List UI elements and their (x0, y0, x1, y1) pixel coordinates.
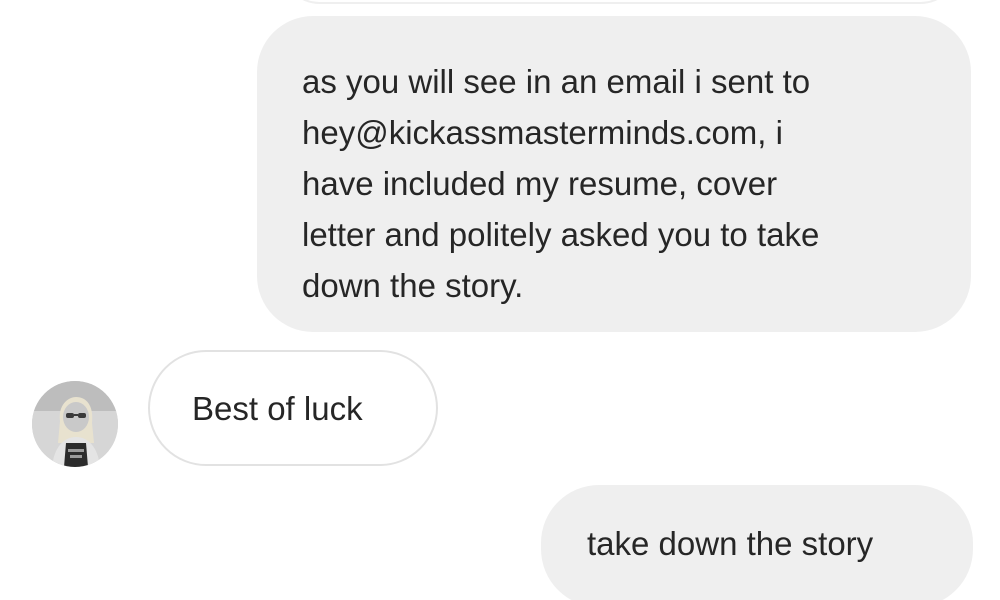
incoming-message-bubble[interactable]: Best of luck (148, 350, 438, 466)
message-line: have included my resume, cover (302, 165, 778, 202)
message-text: take down the story (587, 525, 874, 562)
message-line: letter and politely asked you to take (302, 216, 820, 253)
avatar[interactable] (32, 381, 118, 467)
chat-thread: as you will see in an email i sent to he… (0, 0, 1000, 600)
message-line: down the story. (302, 267, 524, 304)
outgoing-message-bubble[interactable]: take down the story (541, 485, 973, 600)
message-line: hey@kickassmasterminds.com, i (302, 114, 783, 151)
outgoing-message-bubble[interactable]: as you will see in an email i sent to he… (257, 16, 971, 332)
avatar-photo-icon (32, 381, 118, 467)
previous-message-bubble-edge (280, 0, 960, 4)
message-line: as you will see in an email i sent to (302, 63, 811, 100)
message-text: Best of luck (192, 389, 363, 427)
